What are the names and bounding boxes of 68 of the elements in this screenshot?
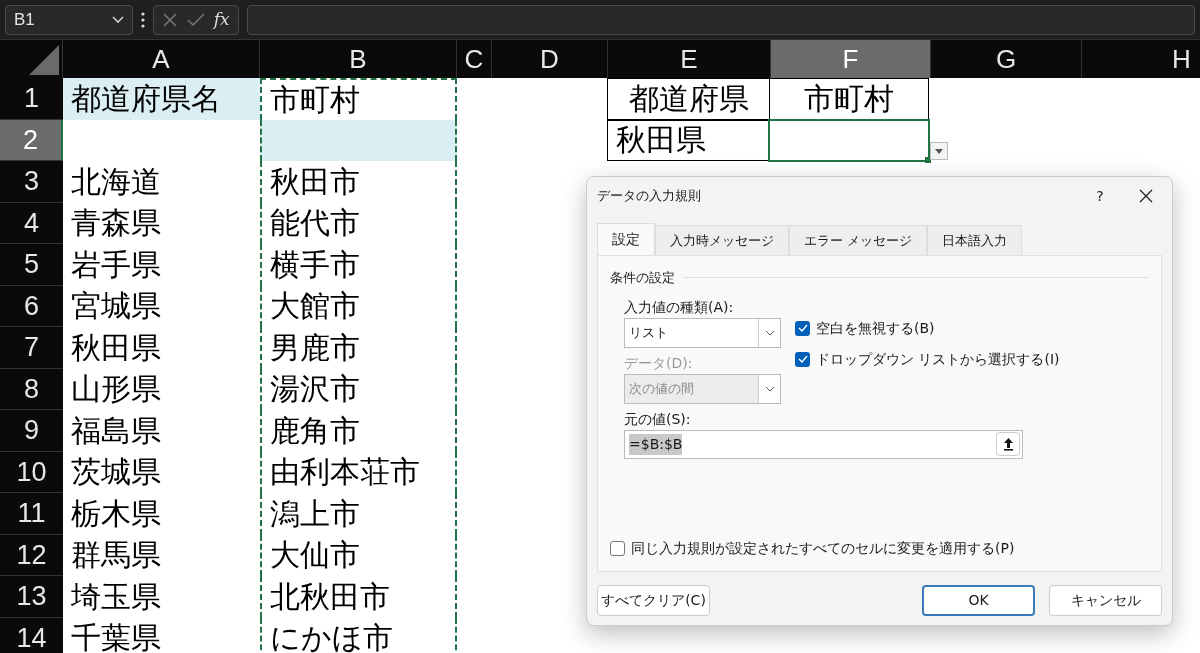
more-icon[interactable] [141, 11, 145, 28]
table-cell: 由利本荘市 [260, 451, 457, 493]
arrow-up-icon [1002, 437, 1014, 451]
row-header[interactable]: 12 [0, 534, 63, 576]
table-cell: 市町村 [260, 78, 457, 120]
dropdown-button[interactable] [930, 142, 948, 160]
checkbox-label: ドロップダウン リストから選択する(I) [816, 349, 1060, 369]
row-header[interactable]: 7 [0, 327, 63, 369]
check-icon[interactable] [187, 12, 206, 27]
row-header[interactable]: 5 [0, 244, 63, 286]
checkbox-label: 同じ入力規則が設定されたすべてのセルに変更を適用する(P) [631, 539, 1015, 558]
row-header[interactable]: 11 [0, 493, 63, 535]
checkbox-label: 空白を無視する(B) [816, 318, 935, 338]
table-cell: 都道府県名 [63, 78, 260, 120]
caret-down-icon [935, 148, 943, 154]
table-cell: 秋田県 [607, 119, 770, 161]
close-icon [1139, 189, 1153, 203]
chevron-down-icon [764, 329, 775, 336]
row-header[interactable]: 1 [0, 78, 63, 120]
row-header[interactable]: 3 [0, 161, 63, 203]
field-label: 入力値の種類(A): [624, 297, 735, 317]
collapse-button[interactable] [996, 432, 1020, 456]
source-field[interactable]: =$B:$B [624, 429, 1023, 459]
row-header[interactable]: 2 [0, 119, 63, 161]
checkbox[interactable] [795, 320, 810, 336]
table-cell: 潟上市 [260, 493, 457, 535]
tab[interactable]: 日本語入力 [927, 225, 1023, 255]
row-header[interactable]: 10 [0, 451, 63, 493]
dialog-button[interactable]: キャンセル [1049, 585, 1162, 616]
tab[interactable]: 入力時メッセージ [655, 225, 789, 255]
close-icon[interactable] [162, 11, 179, 28]
table-cell: 北秋田市 [260, 576, 457, 618]
table-cell: 鹿角市 [260, 410, 457, 452]
dialog-title: データの入力規則 [597, 187, 702, 206]
field-label: 元の値(S): [624, 409, 692, 429]
dialog-button[interactable]: OK [922, 585, 1035, 616]
table-cell: にかほ市 [260, 617, 457, 653]
tab[interactable]: エラー メッセージ [789, 225, 928, 255]
row-header[interactable]: 14 [0, 617, 63, 653]
table-cell: 都道府県 [607, 78, 770, 120]
select-all-icon[interactable] [29, 45, 59, 75]
dialog-button[interactable]: すべてクリア(C) [597, 585, 710, 616]
checkbox[interactable] [610, 541, 625, 556]
table-cell: 横手市 [260, 244, 457, 286]
row-header[interactable]: 9 [0, 410, 63, 452]
table-cell: 大館市 [260, 285, 457, 327]
tab[interactable]: 設定 [597, 223, 655, 255]
row-header[interactable]: 6 [0, 285, 63, 327]
select-field[interactable]: リスト [624, 317, 781, 348]
table-cell: 大仙市 [260, 534, 457, 576]
field-label: データ(D): [624, 353, 694, 373]
help-button[interactable]: ? [1080, 181, 1120, 211]
column-header[interactable]: F [771, 40, 931, 78]
checkbox[interactable] [795, 351, 810, 367]
chevron-down-icon [112, 15, 124, 24]
row-header[interactable]: 4 [0, 202, 63, 244]
table-cell: 男鹿市 [260, 327, 457, 369]
table-cell: 湯沢市 [260, 368, 457, 410]
row-header[interactable]: 13 [0, 576, 63, 618]
formula-field[interactable] [247, 4, 1195, 35]
table-cell: 能代市 [260, 202, 457, 244]
table-cell: 秋田市 [260, 161, 457, 203]
row-header[interactable]: 8 [0, 368, 63, 410]
function-button[interactable]: fx [213, 6, 230, 33]
name-box[interactable]: B1 [5, 4, 133, 35]
chevron-down-icon [764, 385, 775, 392]
section-title: 条件の設定 [610, 269, 675, 287]
table-cell: 市町村 [769, 78, 929, 120]
